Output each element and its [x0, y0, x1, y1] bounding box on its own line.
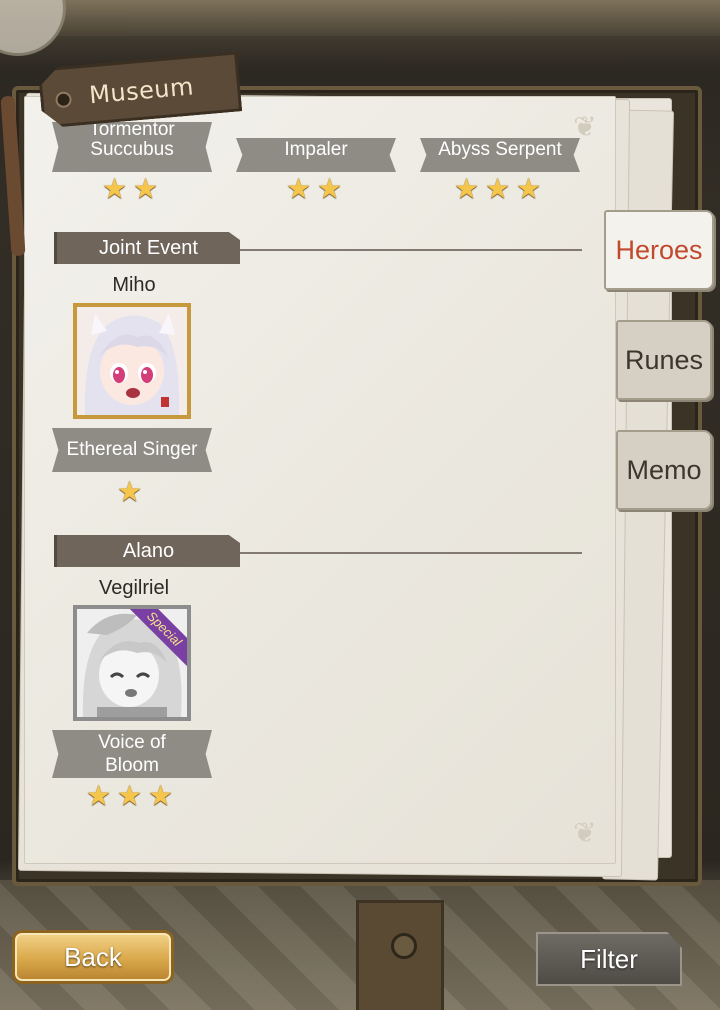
tag-hole-icon: [55, 91, 72, 108]
star-icon: ★: [86, 780, 112, 811]
page-title: Museum: [88, 72, 195, 110]
tab-runes[interactable]: Runes: [616, 320, 712, 400]
back-button[interactable]: Back: [12, 930, 174, 984]
star-icon: ★: [454, 173, 480, 204]
star-icon: ★: [317, 173, 343, 204]
star-rating: ★ ★: [102, 175, 161, 203]
star-icon: ★: [133, 173, 159, 204]
star-icon: ★: [102, 173, 128, 204]
door: [356, 900, 444, 1010]
star-icon: ★: [516, 173, 542, 204]
section-header: Joint Event: [54, 232, 240, 264]
hero-title-ribbon: Tormentor Succubus: [52, 122, 212, 172]
hero-title-line: Voice of: [98, 732, 166, 753]
star-icon: ★: [117, 780, 143, 811]
hero-title-ribbon: Voice of Bloom: [52, 730, 212, 778]
page-ornament-icon: ❦: [573, 817, 597, 848]
star-rating: ★ ★ ★: [454, 175, 544, 203]
star-rating: ★ ★: [286, 175, 345, 203]
hero-portrait[interactable]: [73, 303, 191, 419]
tab-memo[interactable]: Memo: [616, 430, 712, 510]
hero-title-ribbon: Impaler: [236, 138, 396, 172]
filter-button[interactable]: Filter: [536, 932, 682, 986]
star-rating: ★: [117, 478, 145, 506]
hero-name: Miho: [112, 274, 156, 296]
hero-title-line: Bloom: [105, 755, 159, 776]
section-header: Alano: [54, 535, 240, 567]
section-divider: [240, 249, 582, 251]
hero-title-ribbon: Ethereal Singer: [52, 428, 212, 472]
hero-portrait[interactable]: Special: [73, 605, 191, 721]
star-rating: ★ ★ ★: [86, 782, 176, 810]
star-icon: ★: [148, 780, 174, 811]
tab-heroes[interactable]: Heroes: [604, 210, 714, 290]
hero-name: Vegilriel: [98, 577, 170, 599]
top-band: [0, 0, 720, 56]
star-icon: ★: [286, 173, 312, 204]
star-icon: ★: [485, 173, 511, 204]
star-icon: ★: [117, 476, 143, 507]
hero-title-ribbon: Abyss Serpent: [420, 138, 580, 172]
section-divider: [240, 552, 582, 554]
hero-portrait-art-icon: [77, 307, 187, 415]
